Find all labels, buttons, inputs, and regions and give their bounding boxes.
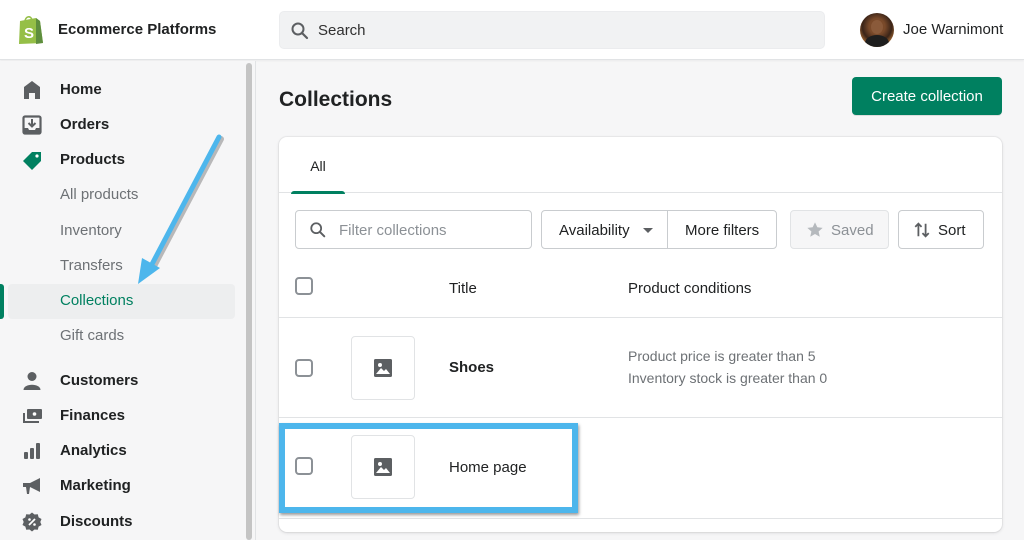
sidebar-item-label: Marketing: [60, 477, 131, 494]
orders-icon: [22, 115, 42, 135]
image-placeholder-icon: [374, 458, 392, 476]
sidebar-item-discounts[interactable]: Discounts: [0, 505, 236, 539]
caret-down-icon: [643, 228, 653, 233]
availability-dropdown[interactable]: Availability: [541, 210, 668, 249]
store-name[interactable]: Ecommerce Platforms: [58, 21, 216, 38]
sort-icon: [914, 222, 930, 238]
sidebar-item-customers[interactable]: Customers: [0, 364, 236, 398]
sidebar-item-products[interactable]: Products: [0, 143, 236, 177]
table-row[interactable]: Shoes Product price is greater than 5 In…: [279, 318, 1002, 418]
sidebar-item-marketing[interactable]: Marketing: [0, 469, 236, 503]
sidebar-item-label: Orders: [60, 116, 110, 133]
search-input[interactable]: Search: [279, 11, 825, 49]
product-condition: Inventory stock is greater than 0: [628, 370, 828, 386]
sidebar-item-label: Discounts: [60, 513, 133, 530]
search-placeholder: Search: [318, 22, 366, 39]
availability-label: Availability: [559, 222, 630, 239]
sidebar-item-transfers[interactable]: Transfers: [0, 249, 236, 283]
column-header-product-conditions: Product conditions: [628, 280, 752, 297]
more-filters-label: More filters: [685, 222, 760, 239]
product-condition: Product price is greater than 5: [628, 348, 816, 364]
svg-text:S: S: [24, 25, 34, 42]
search-icon: [310, 222, 326, 238]
finances-icon: [23, 409, 42, 423]
sidebar-item-orders[interactable]: Orders: [0, 108, 236, 142]
sidebar-item-collections[interactable]: Collections: [0, 284, 236, 319]
filter-collections-input[interactable]: Filter collections: [295, 210, 532, 249]
sidebar-item-home[interactable]: Home: [0, 73, 236, 107]
collection-thumbnail: [351, 336, 415, 400]
sidebar-item-label: Home: [60, 81, 102, 98]
tag-icon: [23, 152, 41, 170]
tab-selected-indicator: [291, 191, 345, 194]
scrollbar-thumb[interactable]: [246, 63, 252, 540]
search-icon: [291, 22, 309, 40]
discount-icon: [22, 512, 42, 532]
table-header: Title Product conditions: [279, 267, 1002, 318]
collection-title[interactable]: Home page: [449, 459, 527, 476]
sidebar-item-label: Inventory: [60, 222, 122, 239]
row-checkbox[interactable]: [295, 457, 313, 475]
bar-chart-icon: [24, 443, 40, 459]
sidebar-item-label: Finances: [60, 407, 126, 424]
sidebar-item-all-products[interactable]: All products: [0, 178, 236, 212]
sidebar-item-gift-cards[interactable]: Gift cards: [0, 319, 236, 353]
collections-card: All Filter collections Availability More…: [279, 137, 1002, 532]
user-name[interactable]: Joe Warnimont: [903, 21, 1003, 38]
row-checkbox[interactable]: [295, 359, 313, 377]
saved-label: Saved: [831, 222, 874, 239]
sidebar: Home Orders Products All products Invent…: [0, 61, 256, 540]
image-placeholder-icon: [374, 359, 392, 377]
sidebar-scrollbar[interactable]: [245, 61, 253, 540]
select-all-checkbox[interactable]: [295, 277, 313, 295]
collection-title[interactable]: Shoes: [449, 359, 494, 376]
collection-thumbnail: [351, 435, 415, 499]
page-title: Collections: [279, 88, 393, 111]
person-icon: [23, 372, 41, 390]
saved-button[interactable]: Saved: [790, 210, 889, 249]
sidebar-item-label: Collections: [60, 292, 134, 309]
star-icon: [807, 222, 823, 237]
more-filters-button[interactable]: More filters: [667, 210, 777, 249]
sidebar-item-label: Gift cards: [60, 327, 125, 344]
sidebar-item-label: Transfers: [60, 257, 123, 274]
sidebar-item-label: Customers: [60, 372, 139, 389]
megaphone-icon: [23, 478, 40, 494]
sidebar-item-label: Analytics: [60, 442, 127, 459]
top-bar: S Ecommerce Platforms Search Joe Warnimo…: [0, 0, 1024, 60]
column-header-title[interactable]: Title: [449, 280, 477, 297]
table-row[interactable]: Home page: [279, 419, 1002, 519]
avatar[interactable]: [860, 13, 894, 47]
sidebar-item-analytics[interactable]: Analytics: [0, 434, 236, 468]
sidebar-item-label: Products: [60, 151, 126, 168]
create-collection-button[interactable]: Create collection: [852, 77, 1002, 115]
sidebar-item-finances[interactable]: Finances: [0, 399, 236, 433]
active-indicator: [0, 284, 4, 319]
tab-all[interactable]: All: [291, 137, 345, 194]
tab-label: All: [310, 158, 326, 174]
filter-placeholder: Filter collections: [339, 222, 447, 239]
sidebar-item-inventory[interactable]: Inventory: [0, 214, 236, 248]
sort-label: Sort: [938, 222, 966, 239]
sidebar-item-label: All products: [60, 186, 139, 203]
sort-button[interactable]: Sort: [898, 210, 984, 249]
home-icon: [24, 81, 40, 99]
tab-bar: All: [279, 137, 1002, 194]
shopify-logo-icon[interactable]: S: [16, 13, 44, 45]
